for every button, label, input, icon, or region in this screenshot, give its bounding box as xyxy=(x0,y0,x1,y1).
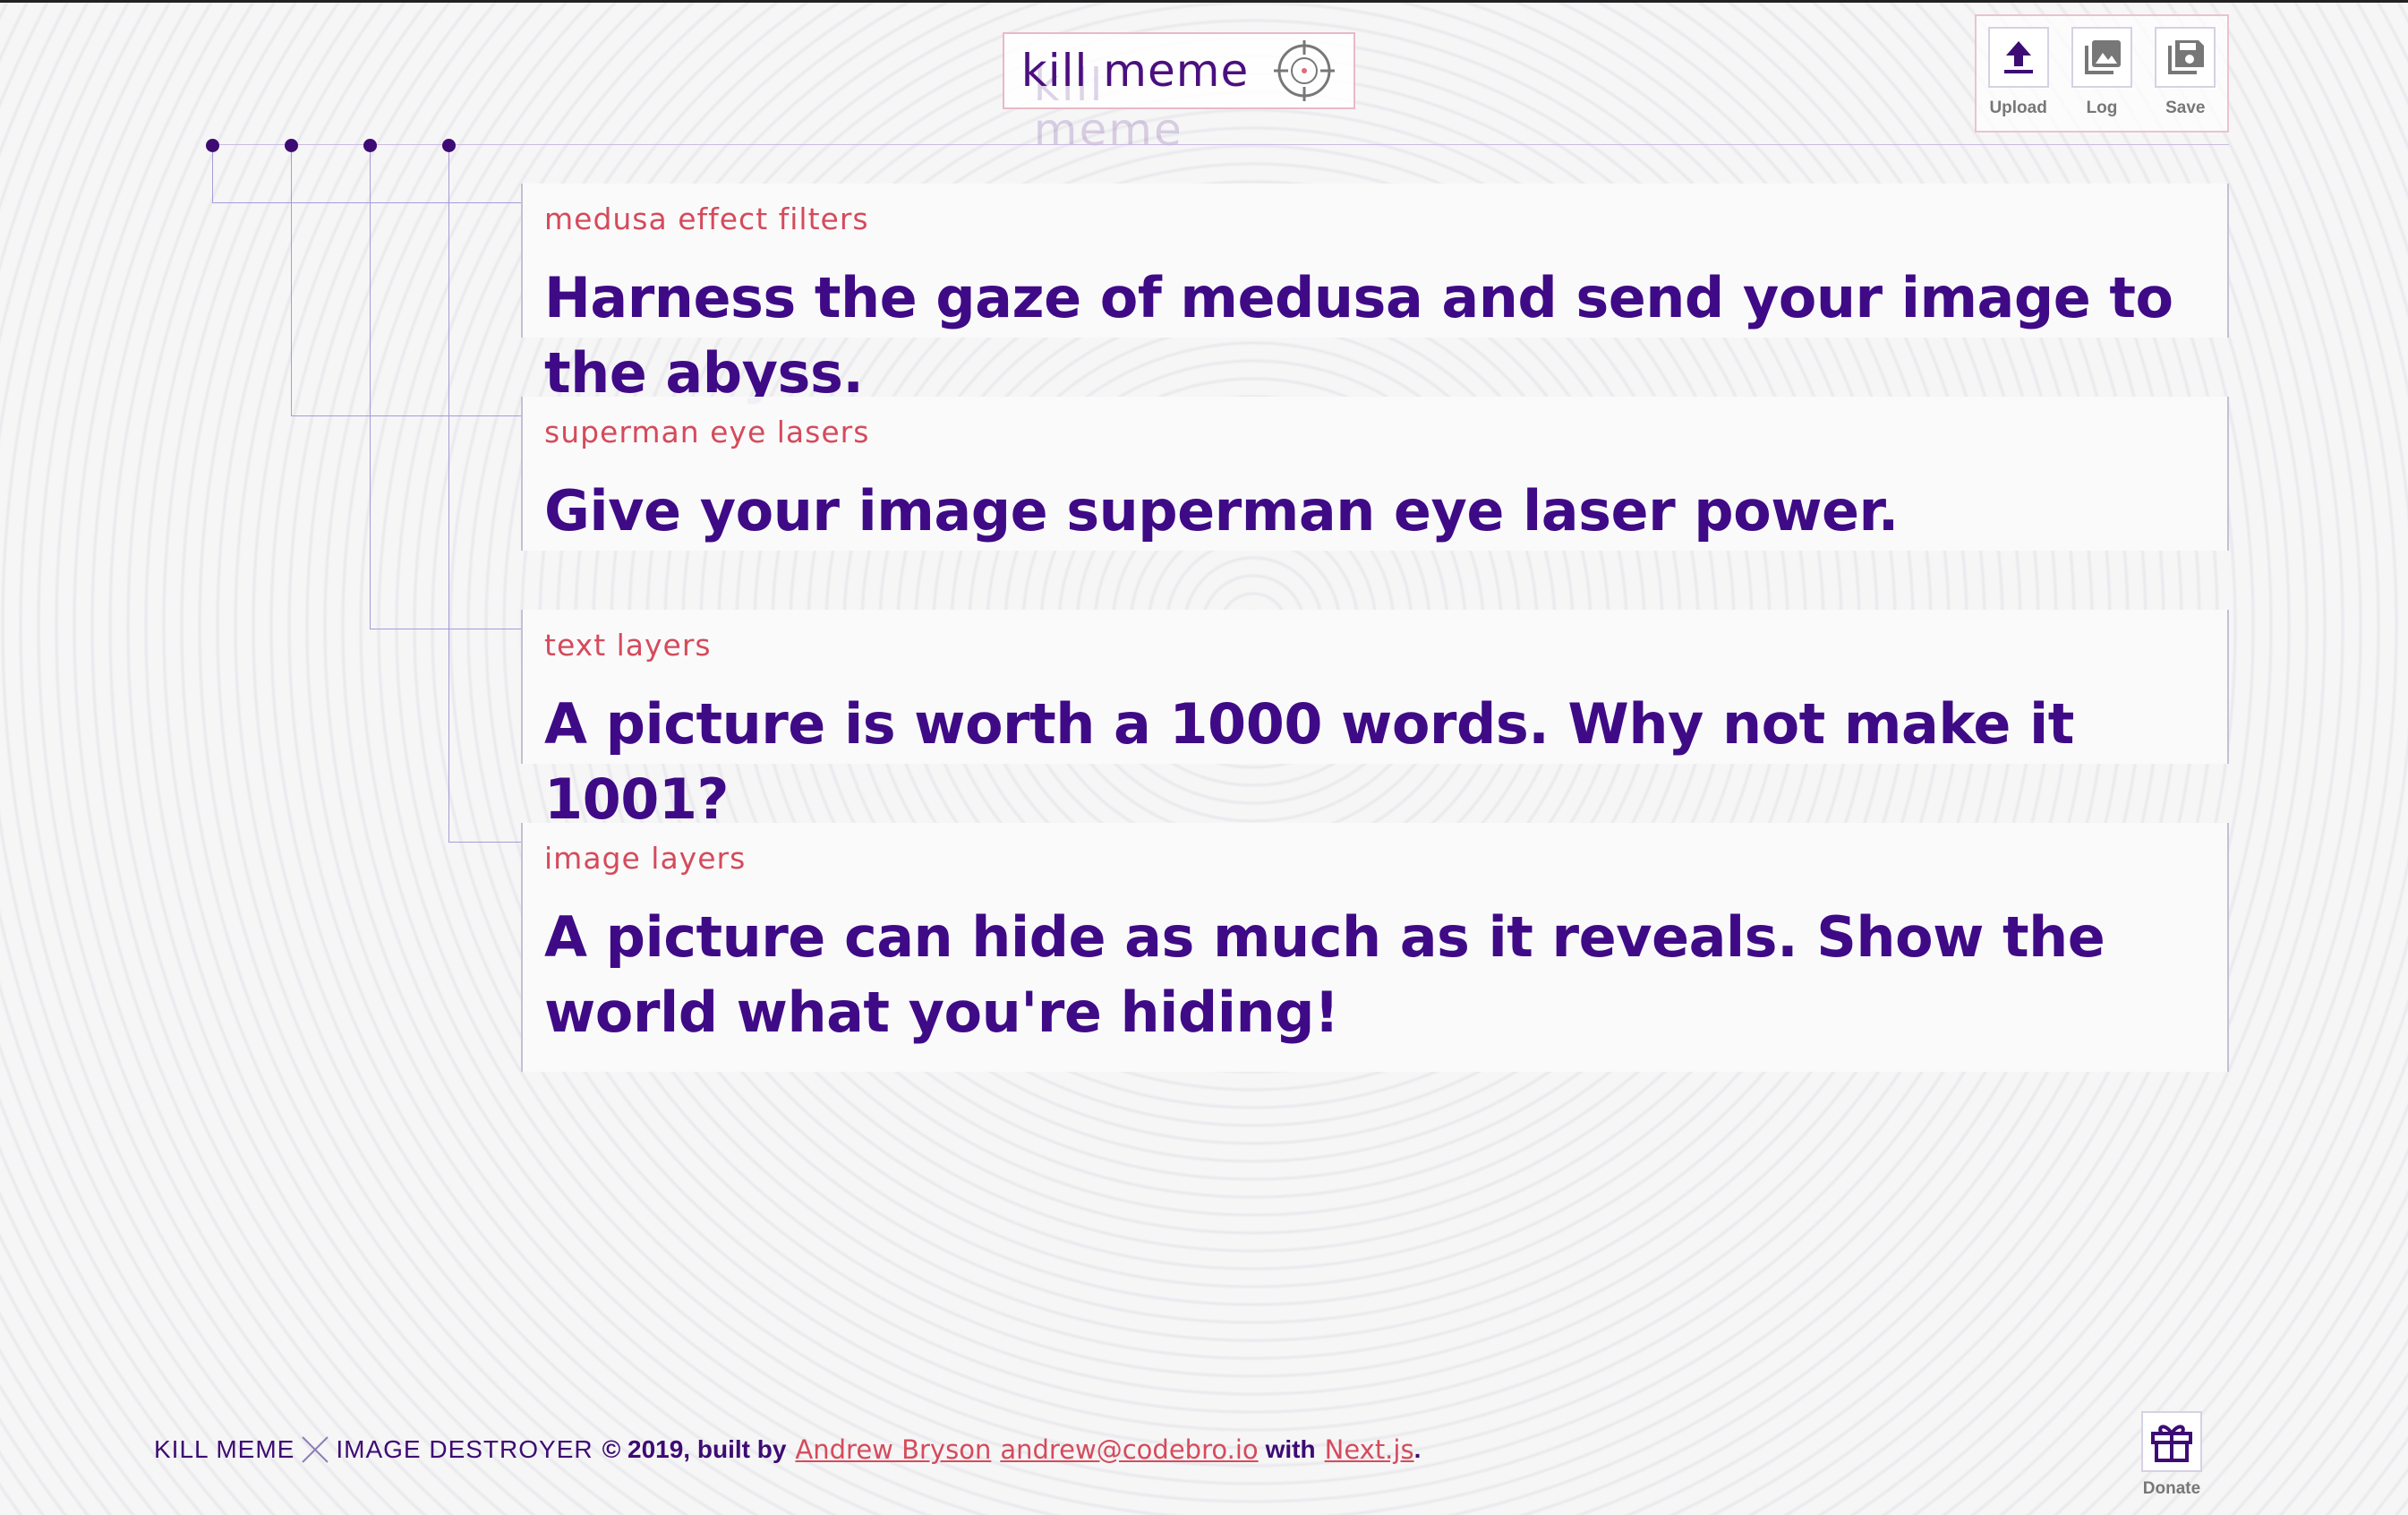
log-button-box[interactable] xyxy=(2071,27,2132,88)
feature-card-superman: superman eye lasers Give your image supe… xyxy=(521,397,2229,551)
donate-label: Donate xyxy=(2142,1479,2201,1498)
connector-vertical-4 xyxy=(448,152,449,842)
feature-description: A picture is worth a 1000 words. Why not… xyxy=(544,690,2074,832)
feature-card-medusa: medusa effect filters Harness the gaze o… xyxy=(521,184,2229,406)
save-button[interactable]: Save xyxy=(2149,27,2221,131)
save-button-box[interactable] xyxy=(2155,27,2216,88)
feature-tag: image layers xyxy=(544,841,747,876)
gallery-icon xyxy=(2084,40,2121,74)
footer-brand-left: KILL MEME xyxy=(154,1435,295,1463)
upload-icon xyxy=(2003,41,2033,73)
feature-card-text-layers: text layers A picture is worth a 1000 wo… xyxy=(521,610,2229,832)
window-top-border xyxy=(0,0,2408,3)
timeline-dot-4 xyxy=(442,139,456,152)
connector-vertical-1 xyxy=(212,152,213,202)
feature-card-image-layers: image layers A picture can hide as much … xyxy=(521,823,2229,1072)
timeline-dot-1 xyxy=(206,139,219,152)
header-divider xyxy=(213,144,2229,145)
footer-with-text: with xyxy=(1265,1435,1316,1463)
x-mark-icon xyxy=(302,1436,329,1463)
toolbar: Upload Log Save xyxy=(1975,14,2229,133)
save-icon xyxy=(2168,40,2205,74)
email-link[interactable]: andrew@codebro.io xyxy=(1000,1434,1258,1465)
crosshair-icon xyxy=(1274,40,1336,101)
footer-brand-right: IMAGE DESTROYER xyxy=(336,1435,593,1463)
app-title: kill meme kill meme xyxy=(1021,48,1249,152)
save-label: Save xyxy=(2165,98,2206,117)
feature-tag: medusa effect filters xyxy=(544,201,869,236)
framework-link[interactable]: Next.js xyxy=(1325,1434,1414,1465)
timeline-dot-3 xyxy=(363,139,377,152)
log-label: Log xyxy=(2086,98,2118,117)
feature-tag: text layers xyxy=(544,628,712,663)
gift-icon xyxy=(2151,1425,2192,1462)
connector-vertical-2 xyxy=(291,152,292,415)
connector-horizontal-2 xyxy=(291,415,521,416)
feature-description: Give your image superman eye laser power… xyxy=(544,477,1899,544)
app-logo[interactable]: kill meme kill meme xyxy=(1003,32,1355,152)
log-button[interactable]: Log xyxy=(2066,27,2138,131)
timeline-dot-2 xyxy=(285,139,298,152)
donate-button-box[interactable] xyxy=(2141,1411,2202,1472)
footer-copyright: © 2019, built by xyxy=(602,1435,787,1463)
connector-vertical-3 xyxy=(370,152,371,629)
feature-description: Harness the gaze of medusa and send your… xyxy=(544,264,2173,406)
feature-tag: superman eye lasers xyxy=(544,415,870,449)
connector-horizontal-1 xyxy=(212,202,521,203)
app-title-shadow: kill meme xyxy=(1033,59,1183,156)
footer-period: . xyxy=(1413,1435,1422,1463)
author-link[interactable]: Andrew Bryson xyxy=(795,1434,991,1465)
upload-button-box[interactable] xyxy=(1987,27,2049,88)
upload-button[interactable]: Upload xyxy=(1983,27,2054,131)
donate-button[interactable]: Donate xyxy=(2141,1411,2202,1499)
footer: KILL MEME IMAGE DESTROYER © 2019, built … xyxy=(154,1434,1421,1465)
feature-description: A picture can hide as much as it reveals… xyxy=(544,903,2105,1045)
upload-label: Upload xyxy=(1989,98,2047,117)
connector-horizontal-4 xyxy=(448,842,521,843)
